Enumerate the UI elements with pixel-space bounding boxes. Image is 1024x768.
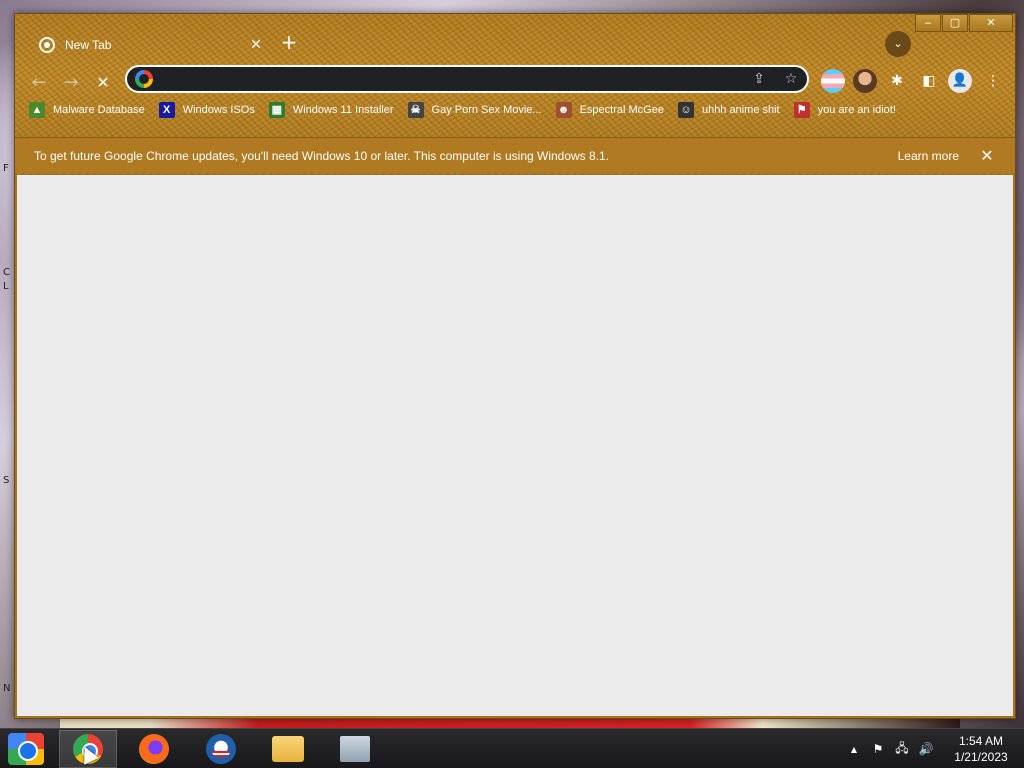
anime-icon: ☺ bbox=[677, 102, 694, 118]
maximize-button[interactable]: ▢ bbox=[942, 14, 968, 32]
bookmark-item[interactable]: ☻ Espectral McGee bbox=[555, 102, 664, 118]
desktop-icon-label: F bbox=[3, 163, 9, 174]
share-icon[interactable]: ⇪ bbox=[743, 71, 775, 87]
minimize-button[interactable]: ‒ bbox=[915, 14, 941, 32]
bookmark-item[interactable]: ☠ Gay Porn Sex Movie... bbox=[407, 102, 542, 118]
face-icon: ☻ bbox=[555, 102, 572, 118]
desktop-icon-label: S bbox=[3, 475, 10, 486]
bookmark-item[interactable]: ▲ Malware Database bbox=[29, 102, 145, 118]
desktop-icon-label: L bbox=[3, 281, 9, 292]
bookmark-item[interactable]: X Windows ISOs bbox=[158, 102, 255, 118]
bookmark-label: uhhh anime shit bbox=[701, 104, 780, 116]
bookmark-item[interactable]: ☺ uhhh anime shit bbox=[677, 102, 780, 118]
taskbar-monitor[interactable] bbox=[326, 730, 384, 768]
show-hidden-icons-icon[interactable]: ▲ bbox=[842, 745, 866, 754]
installer-icon: ▦ bbox=[268, 102, 285, 118]
chrome-menu-button[interactable]: ⋮ bbox=[981, 69, 1005, 93]
volume-icon[interactable]: 🔊 bbox=[914, 742, 938, 756]
chrome-window: New Tab ✕ + ⌄ ‒ ▢ ✕ ← → ✕ ⇪ ☆ ✱ ◧ 👤 ⋮ ▲ M… bbox=[14, 13, 1016, 719]
system-tray: ▲ ⚑ 🖧 🔊 1:54 AM 1/21/2023 bbox=[842, 729, 1024, 768]
loading-favicon-icon bbox=[39, 37, 55, 53]
clock-date: 1/21/2023 bbox=[954, 750, 1008, 764]
profile-avatar-button[interactable]: 👤 bbox=[948, 69, 972, 93]
folder-icon bbox=[272, 736, 304, 762]
taskbar-firefox[interactable] bbox=[125, 730, 183, 768]
tab-search-button[interactable]: ⌄ bbox=[885, 31, 911, 57]
tab-close-icon[interactable]: ✕ bbox=[245, 37, 267, 53]
taskbar: ▲ ⚑ 🖧 🔊 1:54 AM 1/21/2023 bbox=[0, 728, 1024, 768]
learn-more-link[interactable]: Learn more bbox=[898, 149, 959, 163]
monitor-icon bbox=[340, 736, 370, 762]
bookmark-label: Gay Porn Sex Movie... bbox=[431, 104, 542, 116]
desktop-icon-label: N bbox=[3, 683, 11, 694]
new-tab-button[interactable]: + bbox=[277, 31, 301, 55]
bookmark-star-icon[interactable]: ☆ bbox=[775, 71, 807, 87]
bookmarks-bar: ▲ Malware Database X Windows ISOs ▦ Windows 1… bbox=[29, 99, 1001, 121]
bookmark-label: Malware Database bbox=[53, 104, 145, 116]
clock-time: 1:54 AM bbox=[958, 734, 1004, 748]
forward-button[interactable]: → bbox=[57, 69, 85, 97]
tab-title: New Tab bbox=[65, 38, 112, 52]
close-window-button[interactable]: ✕ bbox=[969, 14, 1013, 32]
network-icon[interactable]: 🖧 bbox=[890, 739, 914, 760]
trans-flag-extension-icon[interactable] bbox=[821, 69, 845, 93]
action-center-flag-icon[interactable]: ⚑ bbox=[866, 742, 890, 756]
avatar-extension-icon[interactable] bbox=[853, 69, 877, 93]
start-button[interactable] bbox=[8, 733, 44, 765]
bookmark-label: Windows ISOs bbox=[182, 104, 255, 116]
tab-new-tab[interactable]: New Tab ✕ bbox=[31, 28, 267, 62]
bookmark-label: Espectral McGee bbox=[579, 104, 664, 116]
update-infobar: To get future Google Chrome updates, you… bbox=[15, 137, 1015, 173]
flag-icon: ⚑ bbox=[793, 102, 810, 118]
address-input[interactable] bbox=[153, 67, 743, 91]
x-icon: X bbox=[158, 102, 175, 118]
window-controls: ‒ ▢ ✕ bbox=[914, 14, 1013, 32]
bookmark-label: you are an idiot! bbox=[817, 104, 896, 116]
obama-logo-icon bbox=[206, 734, 236, 764]
omnibox[interactable]: ⇪ ☆ bbox=[125, 65, 809, 93]
side-panel-icon[interactable]: ◧ bbox=[917, 69, 941, 93]
skull-icon: ☠ bbox=[407, 102, 424, 118]
taskbar-obama[interactable] bbox=[192, 730, 250, 768]
extensions-puzzle-icon[interactable]: ✱ bbox=[885, 69, 909, 93]
firefox-icon bbox=[139, 734, 169, 764]
bookmark-label: Windows 11 Installer bbox=[292, 104, 394, 116]
stop-loading-button[interactable]: ✕ bbox=[89, 69, 117, 97]
back-button[interactable]: ← bbox=[25, 69, 53, 97]
page-content[interactable] bbox=[17, 175, 1013, 716]
malware-icon: ▲ bbox=[29, 102, 45, 118]
taskbar-file-explorer[interactable] bbox=[259, 730, 317, 768]
bookmark-item[interactable]: ▦ Windows 11 Installer bbox=[268, 102, 394, 118]
google-icon bbox=[135, 70, 153, 88]
desktop-icon-label: C bbox=[3, 267, 10, 278]
infobar-message: To get future Google Chrome updates, you… bbox=[34, 148, 610, 163]
bookmark-item[interactable]: ⚑ you are an idiot! bbox=[793, 102, 896, 118]
infobar-close-icon[interactable]: ✕ bbox=[979, 146, 995, 165]
clock[interactable]: 1:54 AM 1/21/2023 bbox=[938, 733, 1024, 765]
